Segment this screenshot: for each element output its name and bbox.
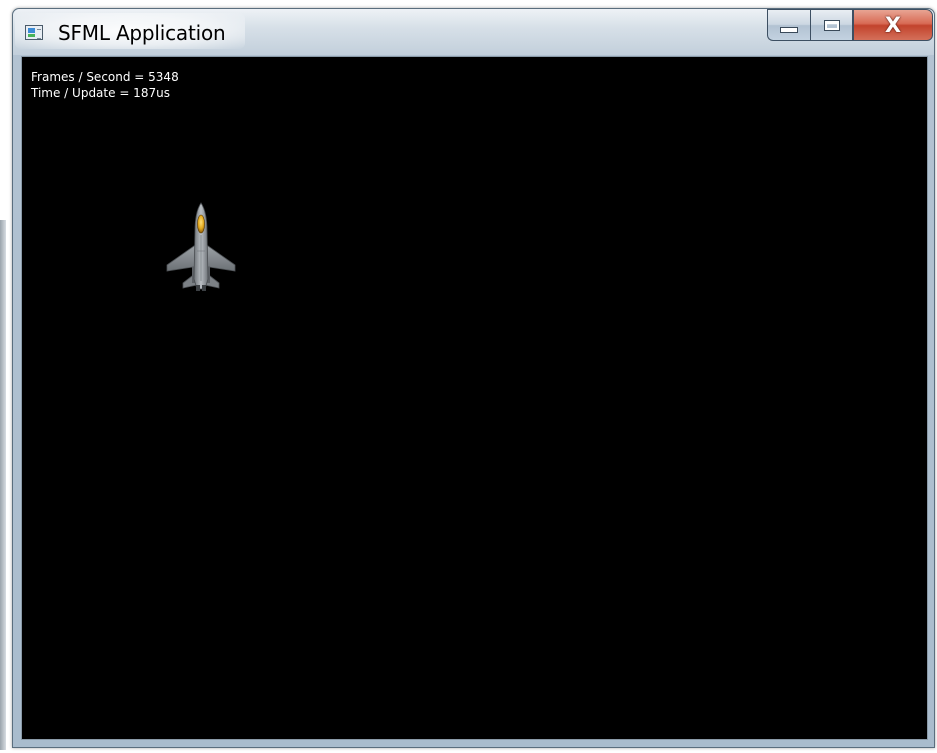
window-app-icon[interactable] [25,25,43,40]
update-time-readout: Time / Update = 187us [31,86,170,100]
minimize-icon [780,27,798,33]
caption-buttons: X [767,9,933,43]
window-title: SFML Application [58,21,226,45]
render-canvas[interactable]: Frames / Second = 5348 Time / Update = 1… [21,56,928,740]
fighter-jet-icon [166,202,236,291]
close-button[interactable]: X [853,9,933,41]
fps-readout: Frames / Second = 5348 [31,70,179,84]
minimize-button[interactable] [767,9,810,41]
title-bar[interactable]: SFML Application X [13,9,934,55]
background-window-edge [0,220,6,750]
sfml-application-window: SFML Application X Frames / Second = 534… [12,8,935,748]
close-icon: X [884,12,902,37]
maximize-icon [823,19,840,31]
stats-overlay: Frames / Second = 5348 Time / Update = 1… [31,69,179,101]
maximize-button[interactable] [810,9,853,41]
